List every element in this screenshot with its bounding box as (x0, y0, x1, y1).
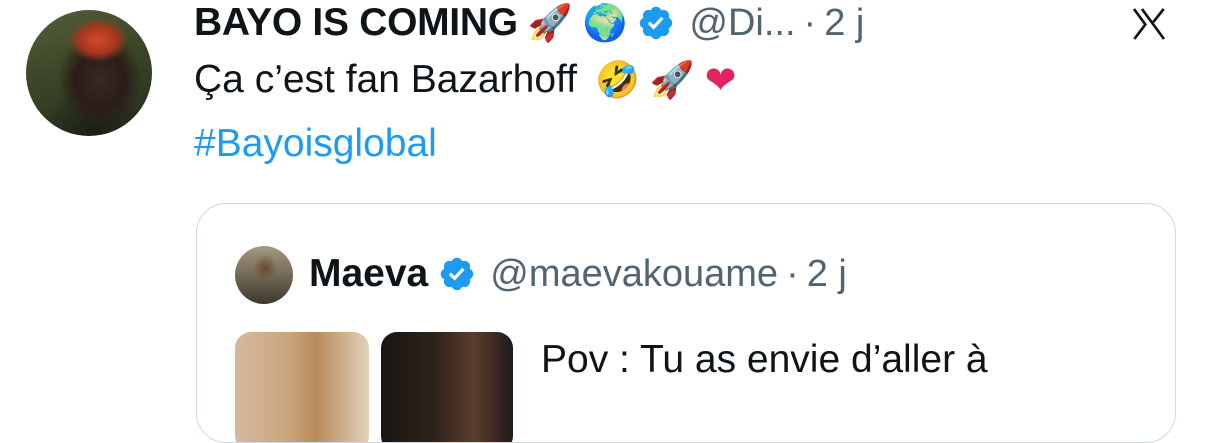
verified-badge-icon (637, 4, 675, 42)
rocket-emoji: 🚀 (649, 60, 695, 101)
hashtag-link[interactable]: #Bayoisglobal (194, 122, 437, 166)
heart-icon: ❤ (704, 58, 737, 102)
quoted-tweet-text: Pov : Tu as envie d’aller à (541, 338, 988, 381)
verified-badge-icon (438, 255, 476, 293)
quoted-author-name[interactable]: Maeva (309, 252, 428, 296)
rolling-laugh-emoji: 🤣 (595, 60, 640, 101)
tweet-text-content: Ça c’est fan Bazarhoff (194, 58, 577, 101)
x-logo-icon (1124, 4, 1174, 44)
author-name[interactable]: BAYO IS COMING (194, 1, 518, 45)
author-avatar[interactable] (26, 10, 152, 136)
tweet-text: Ça c’est fan Bazarhoff 🤣 🚀 ❤ (194, 58, 737, 102)
quoted-tweet-header: Maeva @maevakouame · 2 j (309, 252, 847, 296)
separator-dot: · (803, 1, 817, 44)
media-thumbnail[interactable] (235, 332, 369, 442)
tweet-time[interactable]: 2 j (824, 2, 864, 45)
quoted-tweet-card[interactable]: Maeva @maevakouame · 2 j Pov : Tu as env… (196, 203, 1176, 443)
tweet-header: BAYO IS COMING 🚀 🌍 @Di... · 2 j (194, 0, 864, 46)
rocket-emoji: 🚀 (527, 3, 573, 44)
separator-dot: · (786, 252, 799, 295)
quoted-author-handle[interactable]: @maevakouame (490, 253, 778, 296)
quoted-author-avatar[interactable] (235, 246, 293, 304)
quoted-tweet-time[interactable]: 2 j (807, 253, 847, 296)
author-handle[interactable]: @Di... (689, 2, 795, 45)
globe-emoji: 🌍 (582, 3, 628, 44)
media-thumbnail[interactable] (381, 332, 513, 442)
